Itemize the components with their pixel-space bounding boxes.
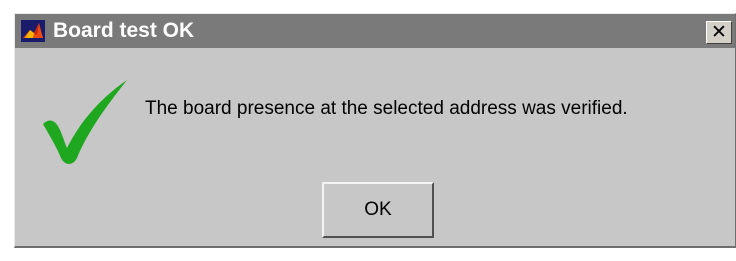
board-test-dialog: Board test OK ✕ The board presence at th… bbox=[14, 13, 736, 248]
ok-button[interactable]: OK bbox=[322, 182, 434, 238]
ok-button-label: OK bbox=[364, 199, 392, 220]
close-icon: ✕ bbox=[711, 22, 727, 43]
matlab-logo-icon bbox=[21, 20, 45, 42]
checkmark-icon bbox=[43, 80, 127, 164]
close-button[interactable]: ✕ bbox=[706, 21, 732, 44]
window-title: Board test OK bbox=[53, 19, 195, 42]
message-text: The board presence at the selected addre… bbox=[145, 98, 628, 119]
title-bar[interactable]: Board test OK ✕ bbox=[15, 14, 735, 48]
